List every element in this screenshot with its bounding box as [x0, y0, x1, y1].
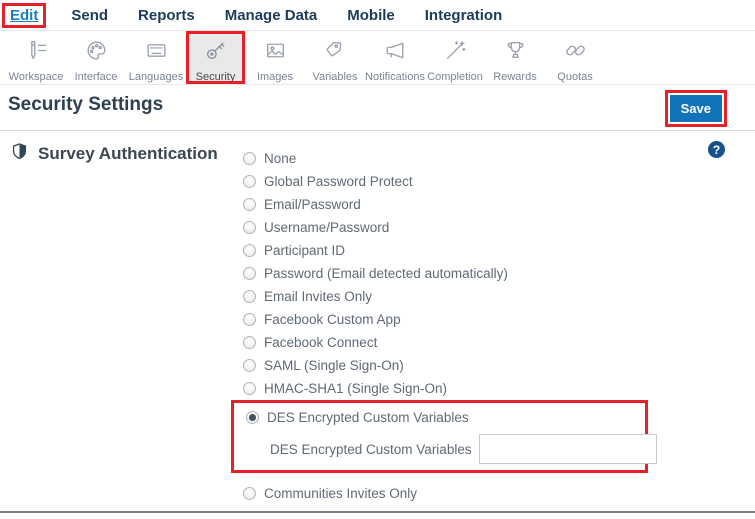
authentication-options: None Global Password Protect Email/Passw…: [243, 131, 755, 505]
page-title: Security Settings: [8, 94, 163, 116]
tool-label: Interface: [75, 71, 118, 83]
nav-item-mobile[interactable]: Mobile: [332, 4, 410, 27]
radio-option-saml-sso[interactable]: SAML (Single Sign-On): [243, 354, 755, 377]
radio-option-none[interactable]: None: [243, 147, 755, 170]
tool-label: Quotas: [557, 71, 592, 83]
radio-button[interactable]: [243, 221, 256, 234]
workspace-icon: [24, 38, 49, 68]
tool-label: Notifications: [365, 71, 425, 83]
radio-option-participant-id[interactable]: Participant ID: [243, 239, 755, 262]
radio-option-global-password-protect[interactable]: Global Password Protect: [243, 170, 755, 193]
radio-button[interactable]: [243, 290, 256, 303]
survey-authentication-section: Survey Authentication ? None Global Pass…: [0, 131, 755, 505]
radio-option-facebook-connect[interactable]: Facebook Connect: [243, 331, 755, 354]
radio-button[interactable]: [243, 487, 256, 500]
nav-item-manage-data[interactable]: Manage Data: [210, 4, 333, 27]
tool-label: Completion: [427, 71, 483, 83]
page-header: Security Settings Save: [0, 85, 755, 131]
tool-label: Rewards: [493, 71, 536, 83]
radio-option-password-email-auto[interactable]: Password (Email detected automatically): [243, 262, 755, 285]
security-icon: [203, 38, 228, 68]
radio-option-communities-invites-only[interactable]: Communities Invites Only: [243, 482, 755, 505]
radio-option-facebook-custom-app[interactable]: Facebook Custom App: [243, 308, 755, 331]
settings-toolbar: Workspace Interface Languages Security I…: [0, 31, 755, 85]
radio-button[interactable]: [243, 267, 256, 280]
radio-button[interactable]: [243, 382, 256, 395]
radio-option-hmac-sha1-sso[interactable]: HMAC-SHA1 (Single Sign-On): [243, 377, 755, 400]
des-custom-variables-input[interactable]: [479, 434, 657, 464]
radio-option-des-encrypted-custom-variables[interactable]: DES Encrypted Custom Variables: [246, 406, 645, 429]
variables-icon: [323, 38, 348, 68]
radio-button[interactable]: [243, 359, 256, 372]
tool-workspace[interactable]: Workspace: [6, 31, 66, 84]
radio-button[interactable]: [243, 244, 256, 257]
radio-option-username-password[interactable]: Username/Password: [243, 216, 755, 239]
des-input-row: DES Encrypted Custom Variables: [246, 434, 645, 464]
tool-label: Languages: [129, 71, 183, 83]
tool-label: Security: [196, 71, 236, 83]
completion-icon: [443, 38, 468, 68]
tool-languages[interactable]: Languages: [126, 31, 186, 84]
tool-completion[interactable]: Completion: [425, 31, 485, 84]
top-nav: Edit Send Reports Manage Data Mobile Int…: [0, 0, 755, 31]
bottom-divider: [0, 511, 755, 513]
tool-variables[interactable]: Variables: [305, 31, 365, 84]
radio-button[interactable]: [243, 198, 256, 211]
des-annotation-box: DES Encrypted Custom Variables DES Encry…: [231, 400, 648, 473]
tool-label: Images: [257, 71, 293, 83]
radio-button[interactable]: [243, 152, 256, 165]
tool-security[interactable]: Security: [186, 31, 245, 84]
tool-label: Workspace: [9, 71, 64, 83]
tool-quotas[interactable]: Quotas: [545, 31, 605, 84]
tool-interface[interactable]: Interface: [66, 31, 126, 84]
nav-item-send[interactable]: Send: [56, 4, 123, 27]
notifications-icon: [383, 38, 408, 68]
tool-images[interactable]: Images: [245, 31, 305, 84]
tool-notifications[interactable]: Notifications: [365, 31, 425, 84]
section-title: Survey Authentication: [38, 144, 218, 164]
rewards-icon: [503, 38, 528, 68]
nav-item-reports[interactable]: Reports: [123, 4, 210, 27]
radio-button[interactable]: [246, 411, 259, 424]
radio-button[interactable]: [243, 175, 256, 188]
tool-label: Variables: [312, 71, 357, 83]
nav-item-edit[interactable]: Edit: [2, 3, 46, 28]
nav-item-integration[interactable]: Integration: [410, 4, 518, 27]
radio-button[interactable]: [243, 313, 256, 326]
quotas-icon: [563, 38, 588, 68]
languages-icon: [144, 38, 169, 68]
radio-button[interactable]: [243, 336, 256, 349]
radio-option-email-invites-only[interactable]: Email Invites Only: [243, 285, 755, 308]
save-annotation-box: Save: [665, 90, 727, 127]
images-icon: [263, 38, 288, 68]
save-button[interactable]: Save: [670, 95, 722, 122]
tool-rewards[interactable]: Rewards: [485, 31, 545, 84]
des-input-label: DES Encrypted Custom Variables: [270, 442, 472, 457]
help-icon[interactable]: ?: [708, 141, 725, 158]
section-head: Survey Authentication: [10, 142, 218, 166]
shield-icon: [10, 142, 29, 166]
interface-icon: [84, 38, 109, 68]
radio-option-email-password[interactable]: Email/Password: [243, 193, 755, 216]
